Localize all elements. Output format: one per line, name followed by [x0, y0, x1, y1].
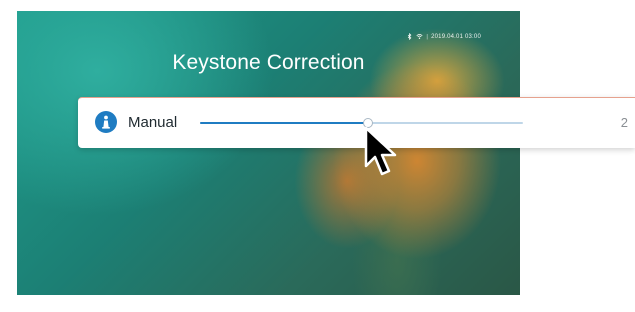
- keystone-mode-panel[interactable]: Manual 2: [78, 97, 635, 148]
- slider-fill: [200, 122, 368, 124]
- status-bar: | 2019.04.01 03:00: [406, 33, 481, 40]
- keystone-value: 2: [620, 115, 628, 130]
- mouse-pointer-icon: [364, 126, 397, 176]
- stage: | 2019.04.01 03:00 Keystone Correction M…: [0, 0, 635, 312]
- keystone-slider[interactable]: [200, 118, 523, 128]
- wifi-icon: [416, 34, 423, 39]
- status-separator: |: [426, 33, 429, 40]
- mode-label: Manual: [128, 114, 178, 131]
- projector-screen: | 2019.04.01 03:00 Keystone Correction: [17, 11, 520, 295]
- status-datetime: 2019.04.01 03:00: [431, 33, 481, 40]
- bluetooth-icon: [408, 33, 412, 40]
- keystone-icon: [95, 111, 117, 133]
- page-title: Keystone Correction: [172, 51, 365, 74]
